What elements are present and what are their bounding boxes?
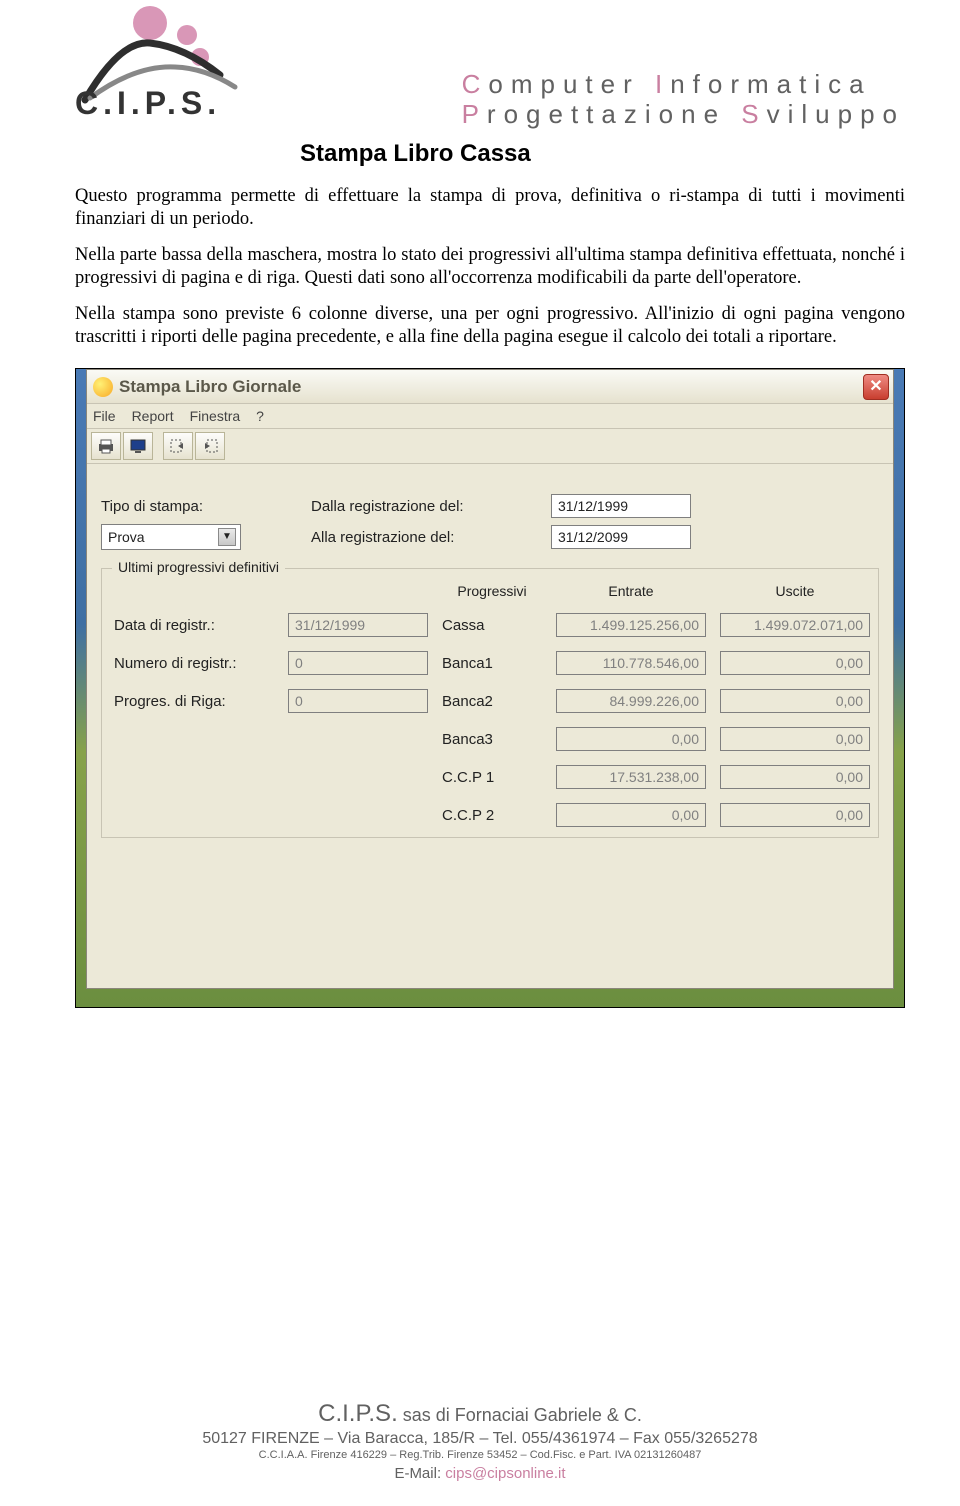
app-window: Stampa Libro Giornale ✕ File Report Fine… [86,369,894,989]
alla-reg-input[interactable]: 31/12/2099 [551,525,691,549]
dalla-reg-label: Dalla registrazione del: [311,498,551,515]
tipo-stampa-value: Prova [108,529,145,545]
menu-help[interactable]: ? [256,408,264,424]
row-ccp2-label: C.C.P 2 [442,807,542,824]
paragraph: Nella stampa sono previste 6 colonne div… [75,303,905,348]
cutoff-right-button[interactable] [195,432,225,460]
preview-button[interactable] [123,432,153,460]
menu-finestra[interactable]: Finestra [190,408,241,424]
row-banca2-label: Banca2 [442,693,542,710]
page-title: Stampa Libro Cassa [300,140,531,168]
progressivi-group: Ultimi progressivi definitivi Progressiv… [101,568,879,838]
progres-riga-label: Progres. di Riga: [114,693,274,710]
monitor-icon [129,438,147,454]
ccp1-entrate[interactable]: 17.531.238,00 [556,765,706,789]
footer-address: 50127 FIRENZE – Via Baracca, 185/R – Tel… [0,1430,960,1448]
logo-text: C.I.P.S. [75,85,221,122]
banca2-uscite[interactable]: 0,00 [720,689,870,713]
form-area: Tipo di stampa: Dalla registrazione del:… [87,464,893,848]
titlebar: Stampa Libro Giornale ✕ [87,370,893,404]
ccp2-entrate[interactable]: 0,00 [556,803,706,827]
paragraph: Nella parte bassa della maschera, mostra… [75,244,905,289]
banca3-entrate[interactable]: 0,00 [556,727,706,751]
numero-registr-label: Numero di registr.: [114,655,274,672]
window-title: Stampa Libro Giornale [119,377,301,397]
menu-file[interactable]: File [93,408,116,424]
row-banca1-label: Banca1 [442,655,542,672]
close-button[interactable]: ✕ [863,374,889,400]
dalla-reg-input[interactable]: 31/12/1999 [551,494,691,518]
dashed-arrow-left-icon [169,438,187,454]
banca1-entrate[interactable]: 110.778.546,00 [556,651,706,675]
app-icon [93,377,113,397]
screenshot-frame: Stampa Libro Giornale ✕ File Report Fine… [75,368,905,1008]
banca2-entrate[interactable]: 84.999.226,00 [556,689,706,713]
printer-icon [97,438,115,454]
row-banca3-label: Banca3 [442,731,542,748]
col-uscite: Uscite [720,583,870,599]
data-registr-input[interactable]: 31/12/1999 [288,613,428,637]
header-right-text: Computer Informatica Progettazione Svilu… [462,70,905,130]
ccp2-uscite[interactable]: 0,00 [720,803,870,827]
ccp1-uscite[interactable]: 0,00 [720,765,870,789]
footer-registration: C.C.I.A.A. Firenze 416229 – Reg.Trib. Fi… [0,1449,960,1461]
toolbar [87,428,893,464]
footer-email: E-Mail: cips@cipsonline.it [0,1465,960,1482]
progres-riga-input[interactable]: 0 [288,689,428,713]
menu-report[interactable]: Report [132,408,174,424]
footer-company: C.I.P.S. sas di Fornaciai Gabriele & C. [0,1400,960,1428]
paragraph: Questo programma permette di effettuare … [75,185,905,230]
cassa-uscite[interactable]: 1.499.072.071,00 [720,613,870,637]
document-header: C.I.P.S. Computer Informatica Progettazi… [0,0,960,160]
banca3-uscite[interactable]: 0,00 [720,727,870,751]
menubar: File Report Finestra ? [87,404,893,428]
tipo-stampa-combo[interactable]: Prova ▼ [101,524,241,550]
print-button[interactable] [91,432,121,460]
logo: C.I.P.S. [75,5,295,120]
cutoff-left-button[interactable] [163,432,193,460]
alla-reg-label: Alla registrazione del: [311,529,551,546]
chevron-down-icon: ▼ [218,528,236,546]
group-legend: Ultimi progressivi definitivi [112,559,285,575]
body-text: Questo programma permette di effettuare … [0,160,960,348]
banca1-uscite[interactable]: 0,00 [720,651,870,675]
cassa-entrate[interactable]: 1.499.125.256,00 [556,613,706,637]
row-cassa-label: Cassa [442,617,542,634]
numero-registr-input[interactable]: 0 [288,651,428,675]
row-ccp1-label: C.C.P 1 [442,769,542,786]
tipo-stampa-label: Tipo di stampa: [101,498,311,515]
data-registr-label: Data di registr.: [114,617,274,634]
col-progressivi: Progressivi [442,583,542,599]
document-footer: C.I.P.S. sas di Fornaciai Gabriele & C. … [0,1400,960,1482]
col-entrate: Entrate [556,583,706,599]
dashed-arrow-right-icon [201,438,219,454]
